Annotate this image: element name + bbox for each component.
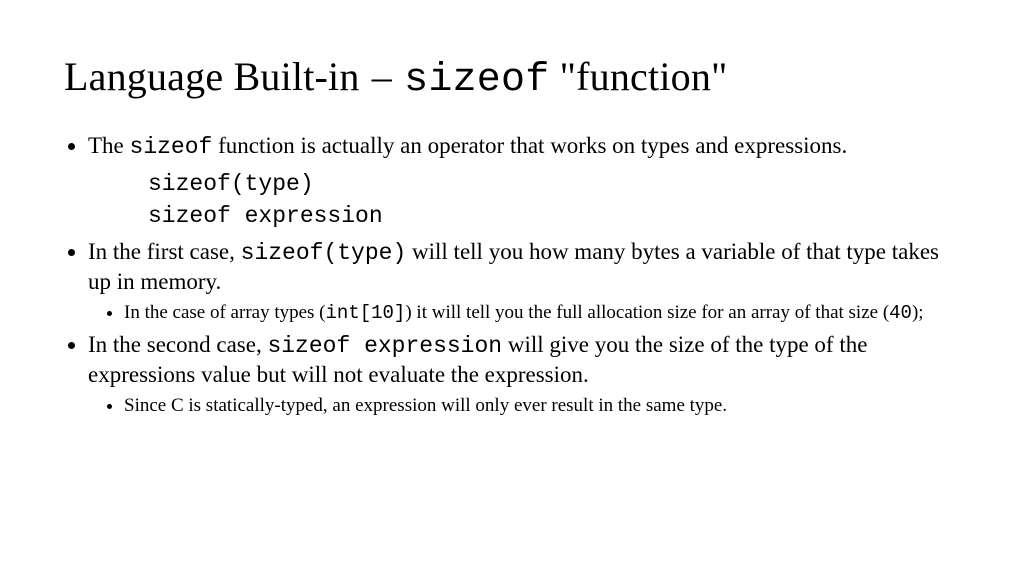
title-dash: –	[370, 54, 394, 99]
bullet-2: In the first case, sizeof(type) will tel…	[88, 238, 960, 325]
code-inline: int[10]	[326, 302, 406, 324]
sub-bullet: Since C is statically-typed, an expressi…	[124, 394, 960, 418]
title-part2: "function"	[560, 54, 728, 99]
text-fragment: In the second case,	[88, 332, 267, 357]
code-inline: sizeof expression	[267, 333, 502, 359]
bullet-3-text: In the second case, sizeof expression wi…	[88, 331, 960, 390]
title-part1: Language Built-in	[64, 54, 360, 99]
title-code: sizeof	[404, 58, 549, 103]
text-fragment: ) it will tell you the full allocation s…	[405, 302, 889, 323]
code-inline: sizeof(type)	[241, 240, 407, 266]
text-fragment: In the case of array types (	[124, 302, 326, 323]
code-inline: 40	[889, 302, 912, 324]
code-line: sizeof expression	[148, 200, 960, 232]
code-inline: sizeof	[130, 134, 213, 160]
text-fragment: In the first case,	[88, 239, 241, 264]
slide-title: Language Built-in – sizeof "function"	[64, 54, 960, 104]
code-block: sizeof(type) sizeof expression	[148, 168, 960, 232]
text-fragment: );	[912, 302, 924, 323]
bullet-3: In the second case, sizeof expression wi…	[88, 331, 960, 417]
sub-bullet-list: In the case of array types (int[10]) it …	[88, 301, 960, 326]
bullet-1-text: The sizeof function is actually an opera…	[88, 132, 960, 162]
bullet-list: The sizeof function is actually an opera…	[64, 132, 960, 418]
code-line: sizeof(type)	[148, 168, 960, 200]
text-fragment: The	[88, 133, 130, 158]
text-fragment: function is actually an operator that wo…	[212, 133, 847, 158]
sub-bullet-list: Since C is statically-typed, an expressi…	[88, 394, 960, 418]
slide: Language Built-in – sizeof "function" Th…	[0, 0, 1024, 576]
bullet-1: The sizeof function is actually an opera…	[88, 132, 960, 232]
sub-bullet: In the case of array types (int[10]) it …	[124, 301, 960, 326]
bullet-2-text: In the first case, sizeof(type) will tel…	[88, 238, 960, 297]
